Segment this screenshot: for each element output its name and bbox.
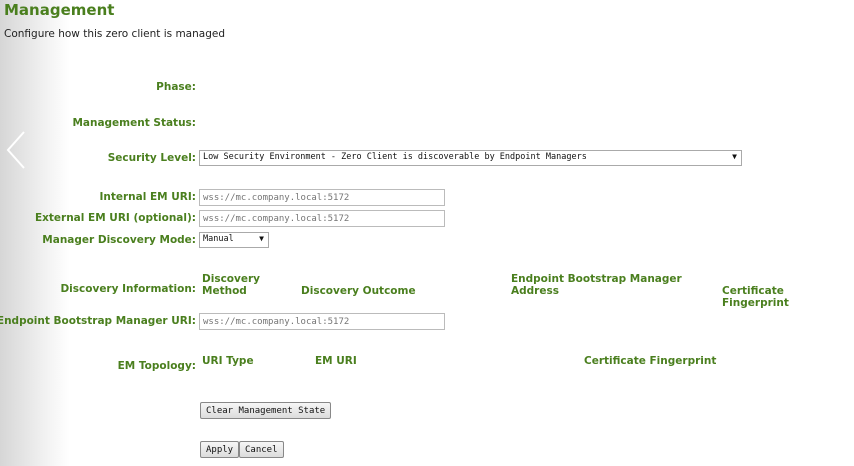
phase-label: Phase: xyxy=(156,81,196,93)
cancel-button[interactable]: Cancel xyxy=(239,441,284,458)
column-header: Discovery Outcome xyxy=(301,285,416,297)
management-status-label: Management Status: xyxy=(72,117,196,129)
column-header: Endpoint Bootstrap Manager Address xyxy=(511,273,682,297)
column-header: Certificate Fingerprint xyxy=(584,355,717,367)
external-em-uri-label: External EM URI (optional): xyxy=(34,212,196,224)
clear-management-state-button[interactable]: Clear Management State xyxy=(200,402,332,419)
page-title: Management xyxy=(4,1,115,19)
discovery-mode-select[interactable]: Manual ▼ xyxy=(199,232,269,248)
column-header: URI Type xyxy=(202,355,254,367)
chevron-down-icon: ▼ xyxy=(732,152,737,161)
security-level-value: Low Security Environment - Zero Client i… xyxy=(203,152,587,162)
column-header: Certificate Fingerprint xyxy=(722,285,789,309)
side-gradient xyxy=(0,0,70,466)
page-subtitle: Configure how this zero client is manage… xyxy=(4,28,225,40)
chevron-down-icon: ▼ xyxy=(259,234,264,243)
em-topology-label: EM Topology: xyxy=(117,360,196,372)
internal-em-uri-label: Internal EM URI: xyxy=(99,191,196,203)
column-header: Discovery Method xyxy=(202,273,260,297)
discovery-mode-value: Manual xyxy=(203,234,234,244)
security-level-label: Security Level: xyxy=(107,152,196,164)
column-header: EM URI xyxy=(315,355,357,367)
security-level-select[interactable]: Low Security Environment - Zero Client i… xyxy=(199,150,742,166)
apply-button[interactable]: Apply xyxy=(200,441,240,458)
ebm-uri-label: Endpoint Bootstrap Manager URI: xyxy=(0,315,196,327)
discovery-info-label: Discovery Information: xyxy=(60,283,196,295)
internal-em-uri-input[interactable] xyxy=(199,189,445,206)
ebm-uri-input[interactable] xyxy=(199,313,445,330)
chevron-left-icon[interactable] xyxy=(4,130,34,170)
discovery-mode-label: Manager Discovery Mode: xyxy=(42,234,196,246)
external-em-uri-input[interactable] xyxy=(199,210,445,227)
